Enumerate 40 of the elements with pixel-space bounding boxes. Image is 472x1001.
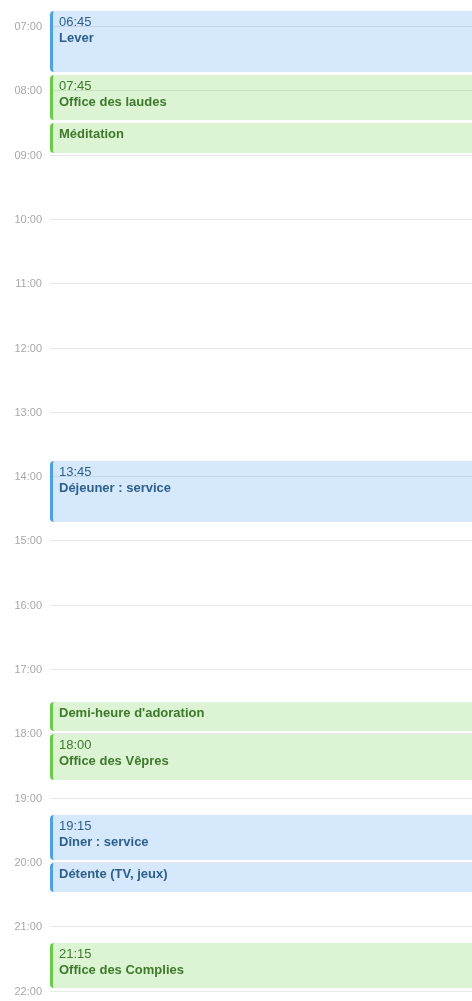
calendar-event[interactable]: 19:15 Dîner : service: [50, 814, 472, 860]
hour-label: 09:00: [13, 147, 42, 162]
calendar-event[interactable]: 21:15 Office des Complies: [50, 943, 472, 989]
calendar-event[interactable]: 13:45 Déjeuner : service: [50, 461, 472, 523]
event-time: 18:00: [59, 737, 92, 754]
hour-label: 13:00: [13, 404, 42, 419]
hour-label: 08:00: [13, 83, 42, 98]
event-time: 06:45: [59, 13, 92, 30]
hour-label: 16:00: [13, 597, 42, 612]
event-title: Office des Vêpres: [59, 753, 169, 770]
event-title: Office des laudes: [59, 94, 167, 111]
event-title: Détente (TV, jeux): [59, 865, 168, 882]
event-title: Lever: [59, 29, 94, 46]
event-time: 07:45: [59, 78, 92, 95]
event-title: Office des Complies: [59, 962, 184, 979]
event-title: Demi-heure d'adoration: [59, 705, 205, 722]
event-time: 13:45: [59, 464, 92, 480]
hour-label: 21:00: [13, 919, 42, 934]
hour-label: 20:00: [13, 854, 42, 869]
event-title: Méditation: [59, 126, 124, 143]
hour-label: 15:00: [13, 533, 42, 548]
calendar-event[interactable]: 06:45 Lever: [50, 10, 472, 73]
calendar-event[interactable]: 07:45 Office des laudes: [50, 75, 472, 121]
hour-label: 19:00: [13, 790, 42, 805]
hour-label: 14:00: [13, 469, 42, 484]
hour-label: 18:00: [13, 726, 42, 741]
event-time: 21:15: [59, 946, 92, 963]
calendar-event[interactable]: Demi-heure d'adoration: [50, 702, 472, 732]
hour-label: 07:00: [13, 19, 42, 33]
calendar-event[interactable]: Méditation: [50, 123, 472, 153]
hour-label: 10:00: [13, 211, 42, 226]
calendar-event[interactable]: Détente (TV, jeux): [50, 862, 472, 893]
hour-label: 22:00: [13, 983, 42, 998]
hour-label: 11:00: [14, 276, 42, 291]
event-title: Dîner : service: [59, 833, 149, 850]
calendar-event[interactable]: 18:00 Office des Vêpres: [50, 734, 472, 780]
event-title: Déjeuner : service: [59, 480, 171, 496]
hour-label: 17:00: [13, 662, 42, 676]
hour-label: 12:00: [13, 340, 42, 355]
event-time: 19:15: [59, 817, 92, 834]
